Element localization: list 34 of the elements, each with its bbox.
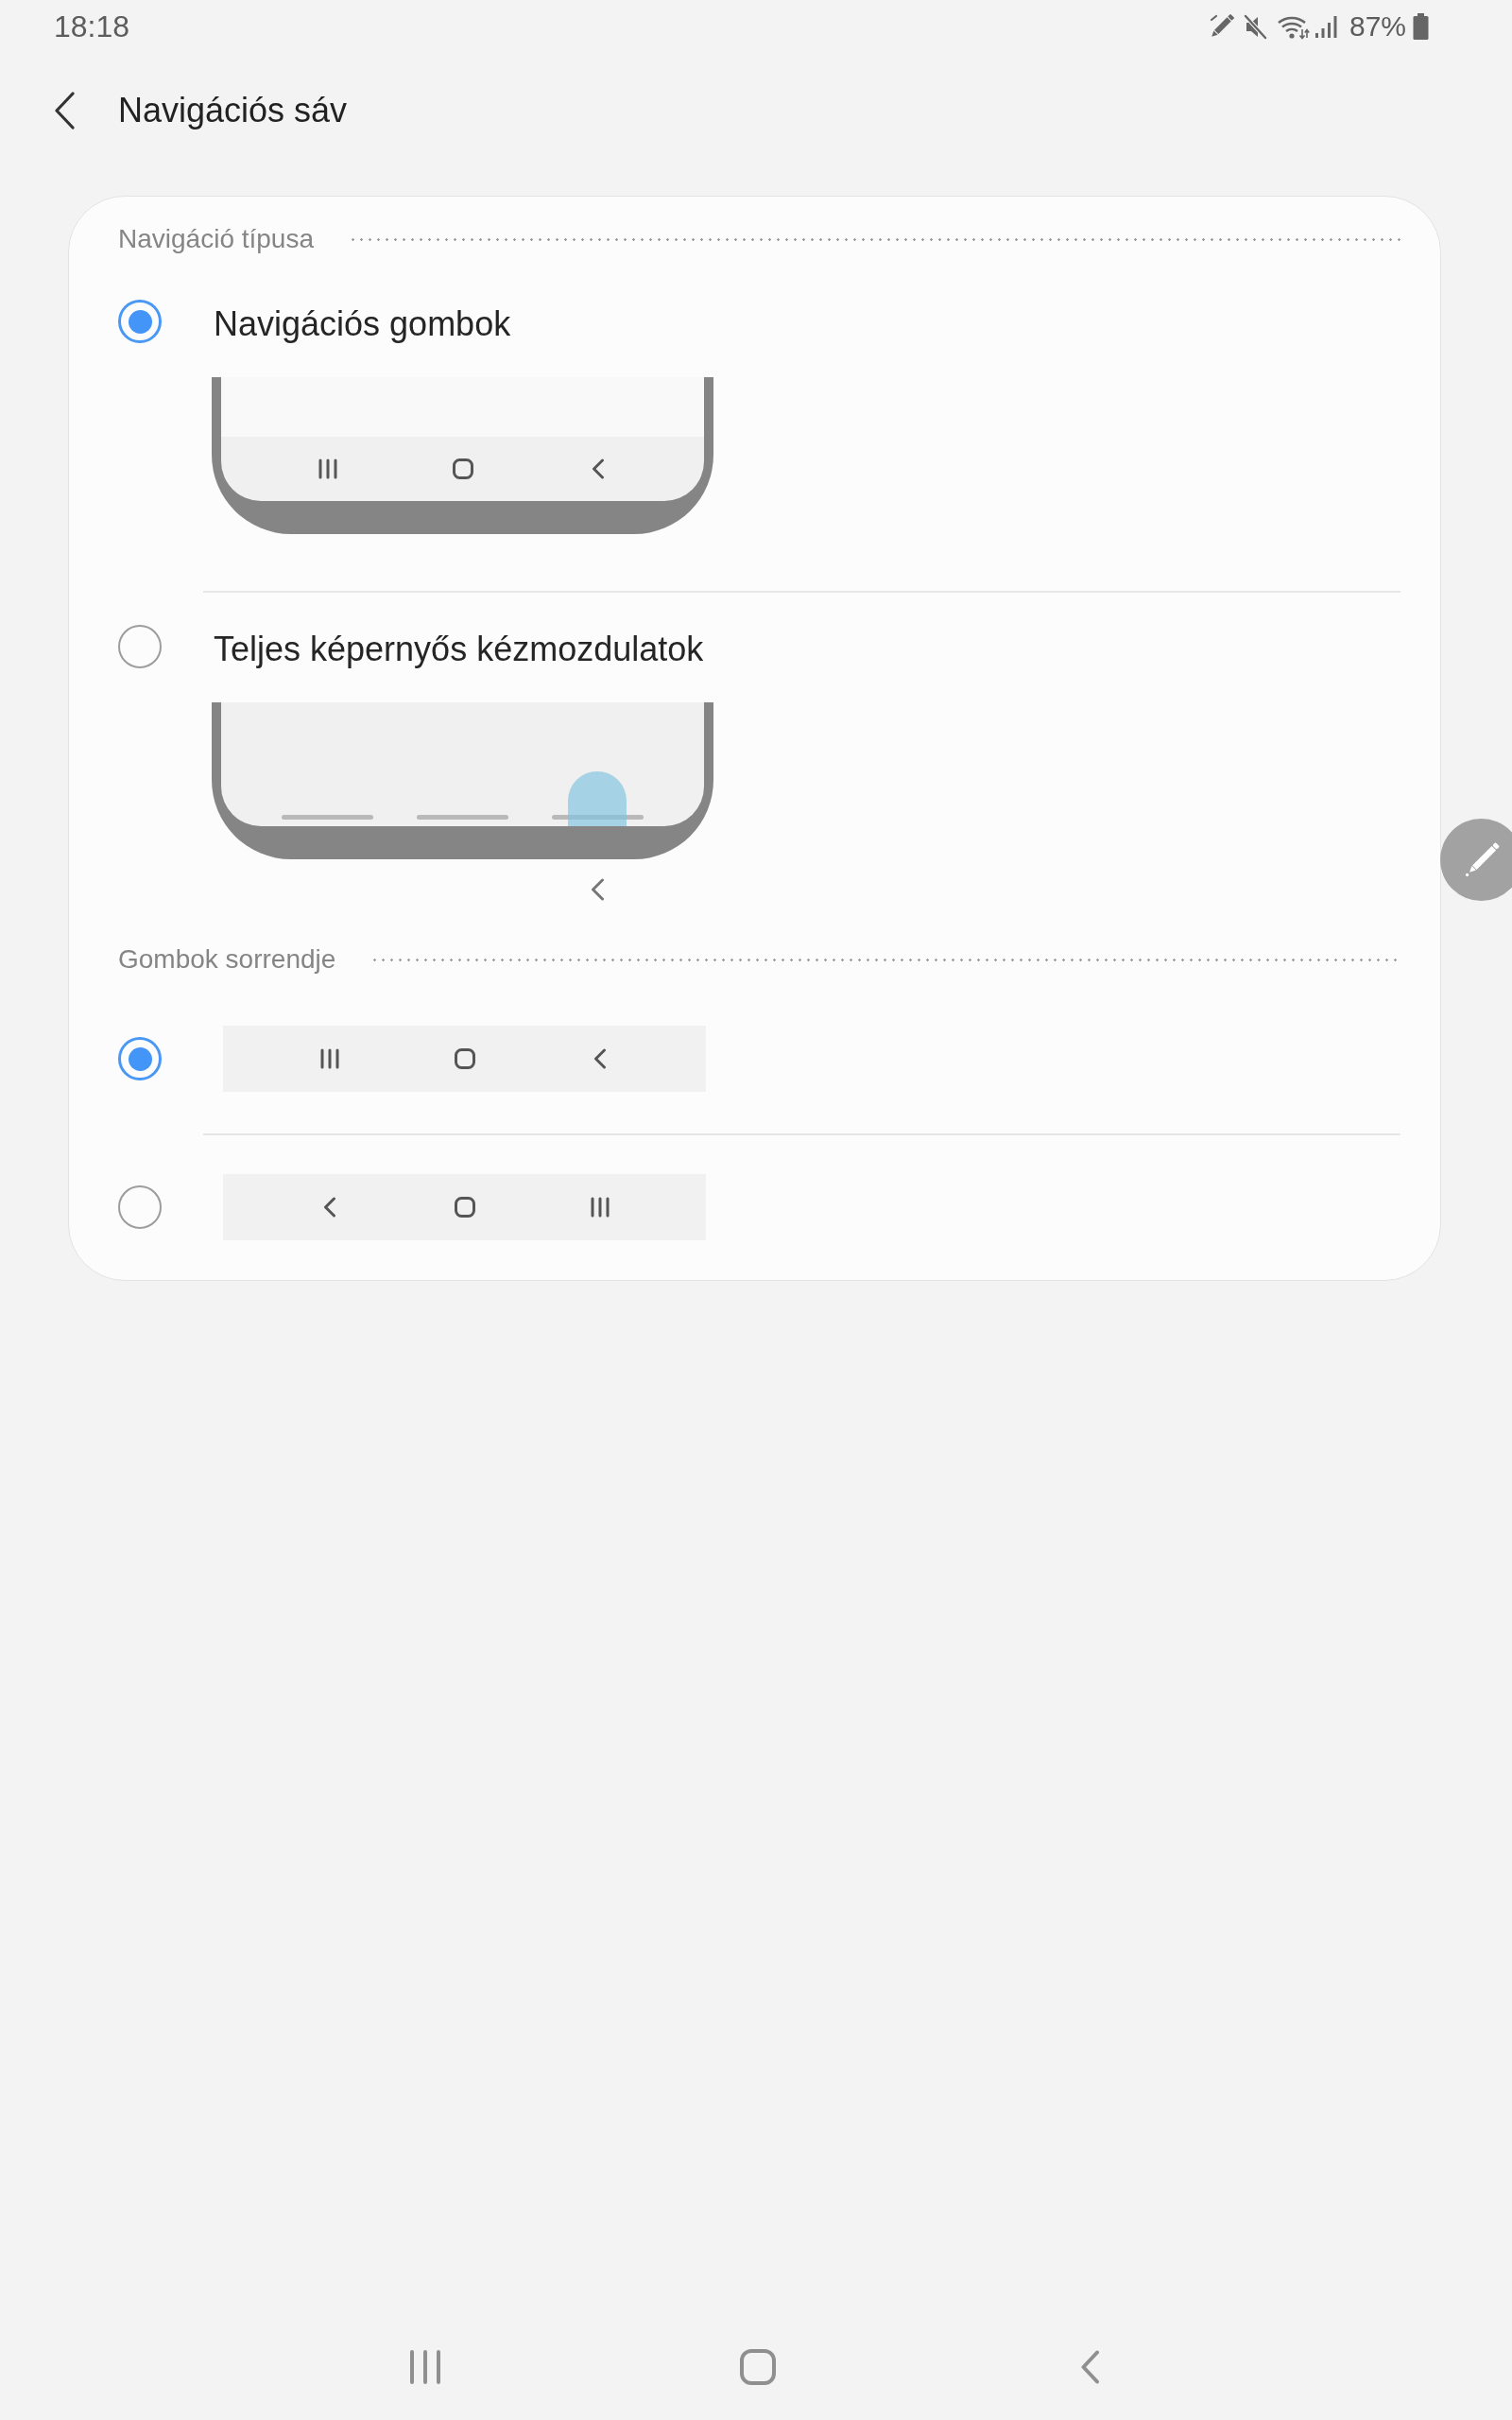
radio-button[interactable] bbox=[118, 300, 162, 343]
recents-button[interactable] bbox=[409, 2350, 441, 2384]
back-button[interactable] bbox=[54, 92, 76, 130]
chevron-left-icon bbox=[1081, 2350, 1100, 2384]
option-label: Teljes képernyős kézmozdulatok bbox=[214, 629, 704, 670]
rounded-square-icon bbox=[740, 2349, 776, 2385]
chevron-left-icon bbox=[322, 1197, 336, 1218]
chevron-left-icon bbox=[591, 878, 605, 901]
radio-button[interactable] bbox=[118, 625, 162, 668]
pencil-icon bbox=[1463, 840, 1501, 879]
option-label: Navigációs gombok bbox=[214, 303, 511, 345]
vertical-lines-icon bbox=[318, 458, 337, 479]
vertical-lines-icon bbox=[590, 1197, 610, 1218]
rounded-square-icon bbox=[454, 1197, 475, 1218]
muted-speaker-icon bbox=[1243, 13, 1267, 40]
chevron-left-icon bbox=[54, 92, 76, 130]
touch-point-icon bbox=[568, 771, 627, 826]
vertical-lines-icon bbox=[409, 2350, 441, 2384]
section-header: Navigáció típusa bbox=[118, 223, 314, 255]
status-time: 18:18 bbox=[54, 11, 130, 42]
signal-icon bbox=[1314, 13, 1338, 40]
radio-button[interactable] bbox=[118, 1185, 162, 1229]
section-header: Gombok sorrendje bbox=[118, 943, 336, 976]
battery-percentage: 87% bbox=[1349, 12, 1406, 41]
rounded-square-icon bbox=[454, 1048, 475, 1069]
radio-button[interactable] bbox=[118, 1037, 162, 1080]
page-title: Navigációs sáv bbox=[118, 90, 348, 131]
home-button[interactable] bbox=[740, 2349, 776, 2385]
battery-icon bbox=[1413, 13, 1429, 40]
pen-icon bbox=[1208, 13, 1234, 40]
chevron-left-icon bbox=[591, 458, 605, 479]
vertical-lines-icon bbox=[319, 1048, 339, 1069]
rounded-square-icon bbox=[452, 458, 473, 479]
chevron-left-icon bbox=[593, 1048, 607, 1069]
